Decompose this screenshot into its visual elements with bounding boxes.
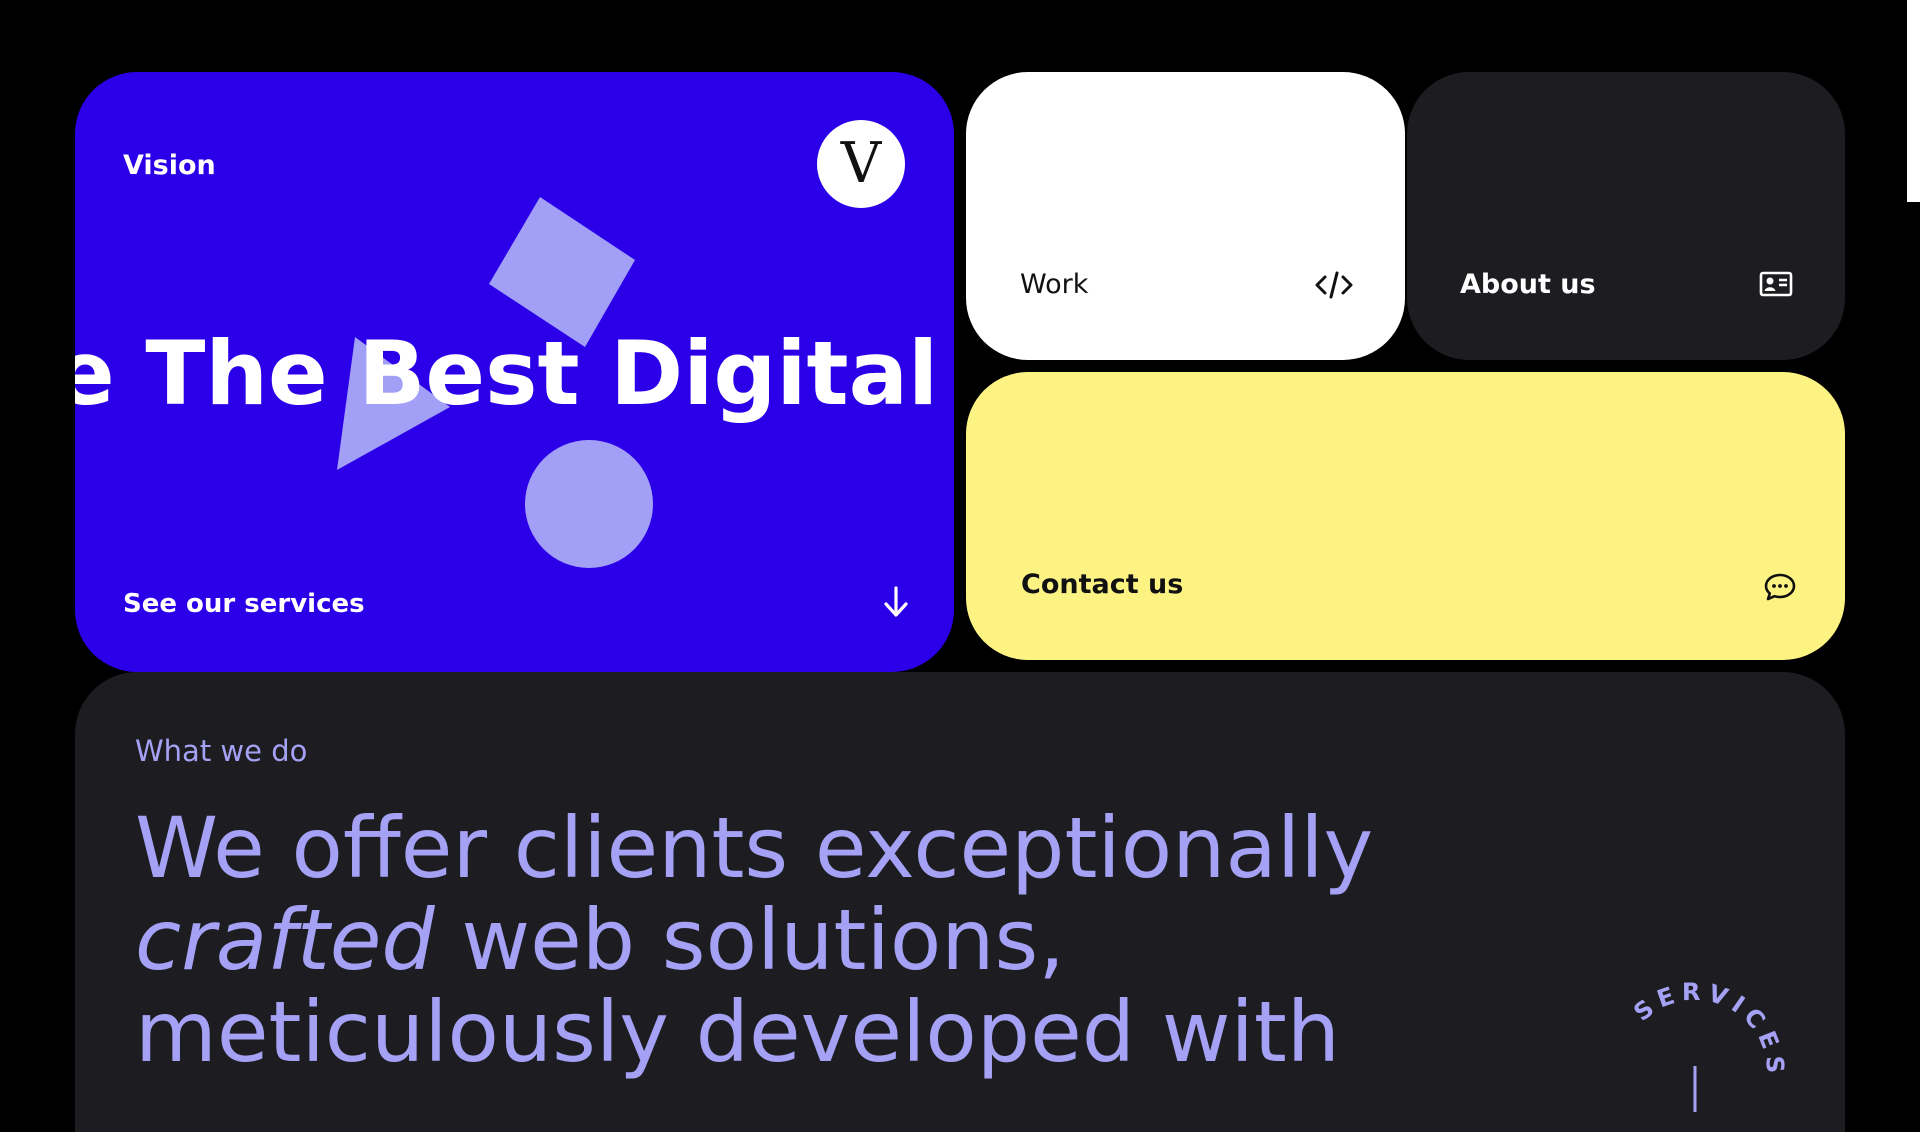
services-rotating-badge[interactable]: SERVICES	[1595, 972, 1795, 1132]
circle-shape	[525, 440, 653, 568]
headline-italic-word: crafted	[135, 891, 435, 989]
vision-label: Vision	[123, 150, 216, 181]
scrollbar-thumb[interactable]	[1907, 0, 1920, 202]
see-services-link[interactable]: See our services	[123, 589, 365, 619]
section-headline: We offer clients exceptionally crafted w…	[135, 802, 1435, 1078]
logo-badge[interactable]: V	[817, 120, 905, 208]
headline-line-1: We offer clients exceptionally	[135, 799, 1374, 897]
what-we-do-section: What we do We offer clients exceptionall…	[75, 672, 1845, 1132]
svg-text:SERVICES: SERVICES	[1629, 978, 1790, 1080]
contact-label: Contact us	[1021, 569, 1184, 600]
marquee-headline: e The Best Digital Expe	[75, 322, 954, 425]
id-card-icon	[1759, 271, 1793, 297]
headline-line-2: web solutions,	[434, 891, 1065, 989]
contact-card[interactable]: Contact us	[966, 372, 1845, 660]
work-label: Work	[1020, 269, 1089, 300]
about-card[interactable]: About us	[1407, 72, 1845, 360]
chat-bubble-icon	[1764, 573, 1796, 601]
vision-card: e The Best Digital Expe Vision V See our…	[75, 72, 954, 672]
about-label: About us	[1460, 269, 1596, 300]
arrow-down-icon[interactable]	[880, 582, 912, 622]
section-kicker: What we do	[135, 734, 308, 768]
badge-text: SERVICES	[1629, 978, 1784, 1080]
headline-line-3: meticulously developed with	[135, 983, 1341, 1081]
code-icon	[1315, 271, 1353, 299]
work-card[interactable]: Work	[966, 72, 1405, 360]
